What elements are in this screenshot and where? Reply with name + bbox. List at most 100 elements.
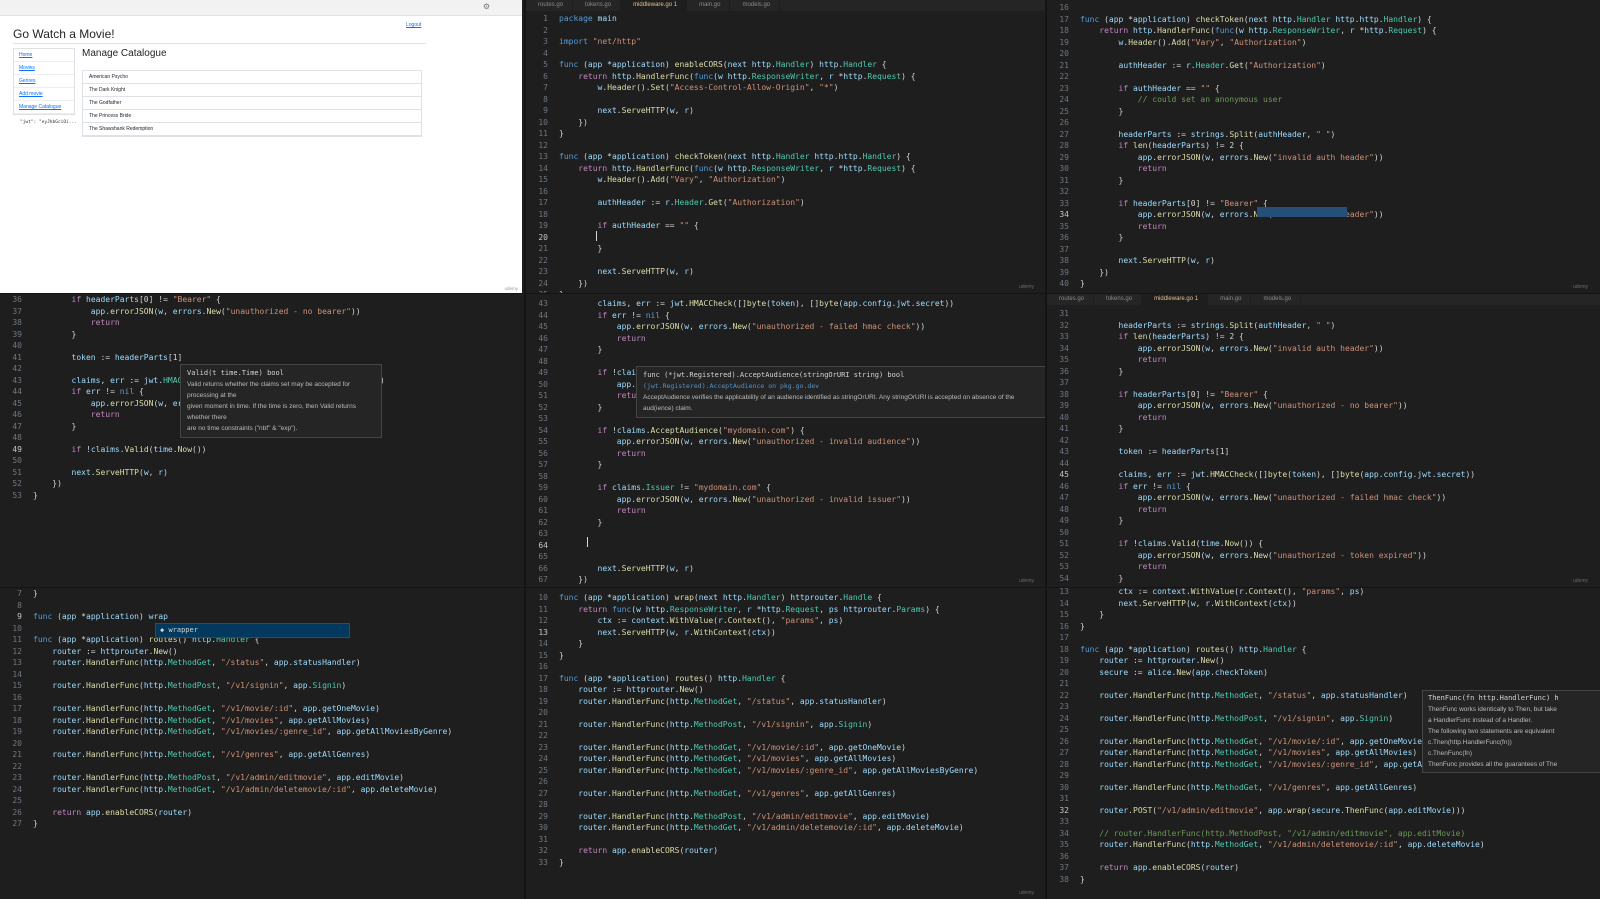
line-number: 14: [538, 163, 548, 173]
line-number: 19: [1059, 656, 1069, 665]
code-text: if !claims.AcceptAudience("mydomain.com"…: [597, 425, 805, 435]
editor-panel-bottom-middle[interactable]: 10 func (app *application) wrap(next http…: [526, 588, 1046, 899]
suggestion-wrapper[interactable]: wrapper: [168, 626, 198, 634]
code-text: return app.enableCORS(router): [52, 807, 193, 817]
line-number: 32: [1059, 805, 1069, 815]
code-text: }): [559, 575, 588, 584]
code-text: return: [1137, 164, 1167, 173]
line-number: 10: [538, 593, 548, 602]
line-number: 17: [1059, 633, 1069, 642]
hover-tooltip-valid: Valid(t time.Time) bool Valid returns wh…: [180, 364, 382, 438]
list-item[interactable]: The Shawshank Redemption: [83, 123, 421, 136]
line-number: 17: [1059, 14, 1069, 24]
code-text: headerParts := strings.Split(authHeader,…: [1118, 129, 1336, 139]
nav-item-home[interactable]: Home: [14, 49, 74, 62]
code-text: }: [559, 129, 564, 138]
code-text: router.HandlerFunc(http.MethodPost, "/v1…: [578, 719, 873, 729]
code-text: app.errorJSON(w, errors: [90, 398, 202, 408]
line-number: 12: [538, 616, 548, 625]
line-number: 36: [1059, 851, 1069, 861]
line-number: 27: [538, 788, 548, 798]
nav-item-movies[interactable]: Movies: [14, 62, 74, 75]
gear-icon[interactable]: ⚙: [483, 2, 490, 11]
line-number: 61: [538, 506, 548, 515]
list-item[interactable]: American Psycho: [83, 71, 421, 84]
code-text: }: [1080, 424, 1124, 433]
code-text: }: [1080, 621, 1085, 631]
tooltip-doc: Valid returns whether the claims set may…: [187, 381, 351, 399]
line-number: 15: [538, 175, 548, 184]
line-number: 8: [543, 94, 548, 104]
code-text: func (app *application) checkToken(next …: [559, 152, 911, 161]
code-text: if len(headerParts) != 2 {: [1118, 141, 1244, 150]
line-number: 32: [1059, 187, 1069, 196]
line-number: 34: [1059, 210, 1069, 219]
line-number: 21: [538, 244, 548, 253]
code-text: return app.enableCORS(router): [578, 846, 719, 855]
tab-models[interactable]: models.go: [730, 0, 781, 11]
code-text: }: [1080, 279, 1085, 288]
line-number: 32: [1059, 320, 1069, 330]
line-number: 2: [543, 25, 548, 35]
line-number: 18: [538, 209, 548, 219]
line-number: 11: [538, 129, 548, 138]
line-number: 27: [1059, 748, 1069, 757]
line-number: 28: [1059, 759, 1069, 769]
logout-link[interactable]: Logout: [406, 22, 421, 28]
list-item[interactable]: The Godfather: [83, 97, 421, 110]
nav-item-manage-catalogue[interactable]: Manage Catalogue: [14, 101, 74, 114]
divider: [0, 587, 1600, 588]
editor-panel-middle-left[interactable]: 36 if headerParts[0] != "Bearer" {37 app…: [0, 294, 525, 587]
code-text: w.Header().Add("Vary", "Authorization"): [1118, 37, 1307, 47]
line-number: 44: [12, 387, 22, 396]
line-number: 9: [17, 612, 22, 621]
code-text: return: [1137, 504, 1167, 514]
tab-routes[interactable]: routes.go: [1047, 294, 1095, 305]
autocomplete-popup[interactable]: ◆ wrapper: [155, 623, 350, 638]
line-number: 44: [1059, 458, 1069, 468]
watermark: udemy: [1018, 890, 1034, 896]
tab-middleware[interactable]: middleware.go 1: [1142, 294, 1209, 305]
code-text: }: [559, 650, 564, 660]
list-item[interactable]: The Dark Knight: [83, 84, 421, 97]
code-text: func (app *application) routes() http.Ha…: [1080, 644, 1307, 654]
editor-panel-bottom-left[interactable]: 7} 8 9 func (app *application) wrap 10 11 func…: [0, 588, 525, 899]
code-text: router.HandlerFunc(http.MethodGet, "/v1/…: [52, 784, 438, 794]
code-text: if headerParts[0] != "Bearer" {: [1118, 389, 1268, 399]
tab-routes[interactable]: routes.go: [526, 0, 574, 11]
code-text: claims, err := jwt.HMACCheck([]byte(toke…: [1118, 470, 1476, 479]
nav-item-add-movie[interactable]: Add movie: [14, 88, 74, 101]
tab-tokens[interactable]: tokens.go: [1094, 294, 1143, 305]
tab-main[interactable]: main.go: [687, 0, 731, 11]
tab-models[interactable]: models.go: [1251, 294, 1302, 305]
code-text: }): [33, 479, 62, 488]
editor-panel-middle-right[interactable]: routes.go tokens.go middleware.go 1 main…: [1047, 294, 1600, 587]
code-text: router.HandlerFunc(http.MethodGet, "/v1/…: [1099, 748, 1418, 757]
line-number: 16: [1059, 3, 1069, 12]
editor-panel-bottom-right[interactable]: 13 ctx := context.WithValue(r.Context(),…: [1047, 588, 1600, 899]
editor-panel-center[interactable]: 43 claims, err := jwt.HMACCheck([]byte(t…: [526, 294, 1046, 587]
line-number: 36: [1059, 233, 1069, 242]
code-text: if claims.Issuer != "mydomain.com" {: [597, 483, 771, 492]
divider: [0, 293, 1600, 294]
code-text: return http.HandlerFunc(func(w http.Resp…: [578, 71, 916, 81]
line-number: 49: [1059, 516, 1069, 525]
tab-middleware[interactable]: middleware.go 1: [621, 0, 688, 11]
editor-panel-top-right[interactable]: 16 17 func (app *application) checkToken(n…: [1047, 0, 1600, 293]
sidebar-nav: Home Movies Genres Add movie Manage Cata…: [13, 48, 75, 115]
tab-main[interactable]: main.go: [1208, 294, 1252, 305]
code-text: }: [559, 639, 584, 648]
line-number: 25: [12, 796, 22, 805]
line-number: 47: [1059, 493, 1069, 502]
code-text: }: [1080, 175, 1124, 185]
line-number: 31: [1059, 794, 1069, 803]
editor-panel-top-middle[interactable]: routes.go tokens.go middleware.go 1 main…: [526, 0, 1046, 293]
line-number: 19: [12, 727, 22, 736]
nav-item-genres[interactable]: Genres: [14, 75, 74, 88]
code-text: return http.HandlerFunc(func(w http.Resp…: [1099, 26, 1437, 35]
line-number: 17: [538, 673, 548, 683]
pkg-go-dev-link[interactable]: (jwt.Registered).AcceptAudience on pkg.g…: [643, 381, 1039, 392]
list-item[interactable]: The Princess Bride: [83, 110, 421, 123]
line-number: 39: [12, 329, 22, 339]
tab-tokens[interactable]: tokens.go: [573, 0, 622, 11]
